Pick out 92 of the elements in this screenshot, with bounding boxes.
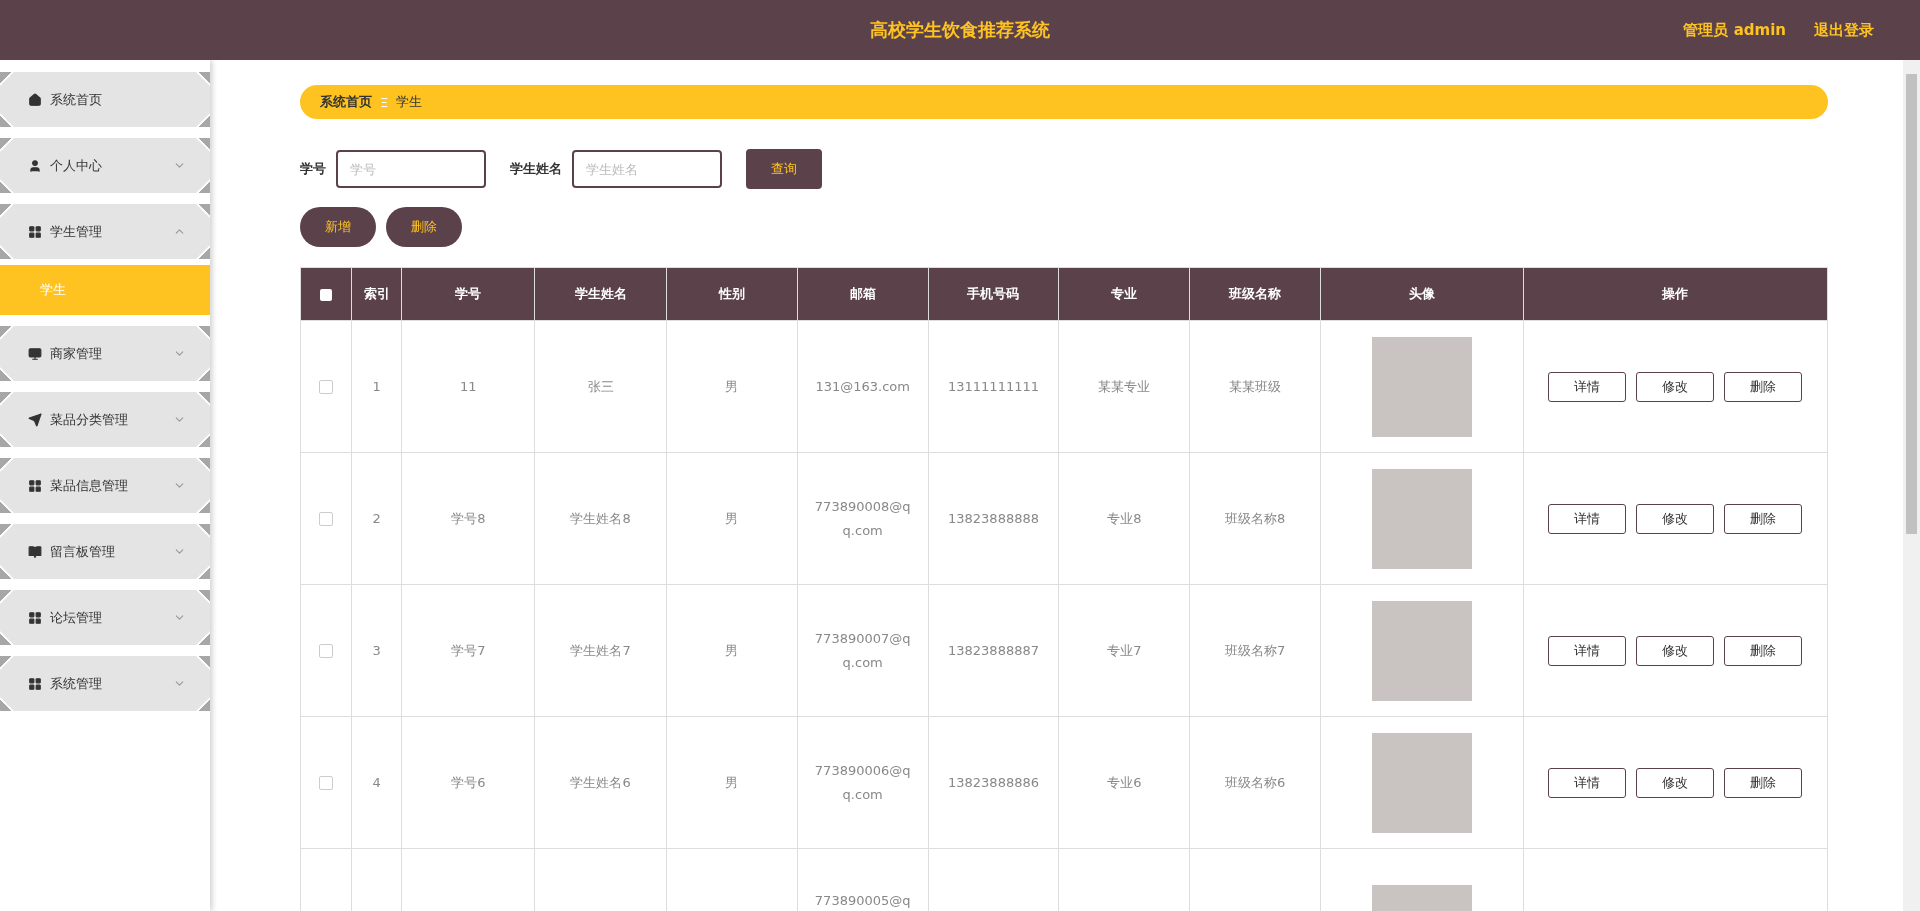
delete-button[interactable]: 删除 <box>1724 371 1803 402</box>
index-cell: 2 <box>351 452 402 585</box>
class-name-cell: 某某班级 <box>1189 320 1321 453</box>
column-header: 学号 <box>401 267 535 321</box>
email-cell: 773890008@qq.com <box>797 452 929 585</box>
edit-button[interactable]: 修改 <box>1636 503 1715 534</box>
breadcrumb-link[interactable]: 系统首页 <box>320 93 372 111</box>
sidebar-menu-item[interactable]: 菜品信息管理 <box>0 458 210 513</box>
sidebar-menu-item[interactable]: 论坛管理 <box>0 590 210 645</box>
breadcrumb-separator: Ξ <box>380 94 389 110</box>
sidebar-menu-item[interactable]: 菜品分类管理 <box>0 392 210 447</box>
delete-button[interactable]: 删除 <box>1724 635 1803 666</box>
logout-link[interactable]: 退出登录 <box>1814 20 1874 40</box>
grid-icon <box>28 224 42 239</box>
gender-cell: 男 <box>666 320 798 453</box>
phone-cell: 13111111111 <box>928 320 1059 453</box>
user-icon <box>28 158 42 173</box>
details-button[interactable]: 详情 <box>1548 767 1627 798</box>
column-header: 手机号码 <box>928 267 1059 321</box>
sidebar-menu-item[interactable]: 系统管理 <box>0 656 210 711</box>
field-label: 学生姓名 <box>510 160 562 178</box>
add-button[interactable]: 新增 <box>300 207 376 247</box>
admin-user-label: 管理员 admin <box>1683 20 1786 40</box>
phone-cell: 13823888887 <box>928 584 1059 717</box>
breadcrumb-current: 学生 <box>396 93 423 111</box>
student-id-cell: 学号8 <box>401 452 535 585</box>
monitor-icon <box>28 346 42 361</box>
column-header: 操作 <box>1523 267 1828 321</box>
class-name-cell: 班级名称6 <box>1189 716 1321 849</box>
grid-icon <box>28 610 42 625</box>
class-name-cell: 班级名称7 <box>1189 584 1321 717</box>
phone-cell: 13823888886 <box>928 716 1059 849</box>
student-name-cell: 张三 <box>534 320 667 453</box>
student-name-cell: 学生姓名8 <box>534 452 667 585</box>
email-cell: 131@163.com <box>797 320 929 453</box>
search-field[interactable]: 学生姓名 <box>572 150 722 188</box>
student-id-cell: 学号6 <box>401 716 535 849</box>
email-cell: 773890007@qq.com <box>797 584 929 717</box>
column-header: 性别 <box>666 267 798 321</box>
delete-button[interactable]: 删除 <box>386 207 462 247</box>
gender-cell: 男 <box>666 452 798 585</box>
row-checkbox[interactable] <box>318 644 333 658</box>
delete-button[interactable]: 删除 <box>1724 767 1803 798</box>
student-id-cell: 学号7 <box>401 584 535 717</box>
major-cell: 某某专业 <box>1058 320 1190 453</box>
class-name-cell: 班级名称8 <box>1189 452 1321 585</box>
sidebar-menu-item[interactable]: 商家管理 <box>0 326 210 381</box>
details-button[interactable]: 详情 <box>1548 635 1627 666</box>
field-label: 学号 <box>300 160 326 178</box>
row-checkbox[interactable] <box>318 776 333 790</box>
query-button[interactable]: 查询 <box>746 149 822 189</box>
index-cell: 1 <box>351 320 402 453</box>
scrollbar-thumb[interactable] <box>1906 74 1917 534</box>
home-icon <box>28 92 42 107</box>
app-title: 高校学生饮食推荐系统 <box>870 18 1050 42</box>
search-field[interactable]: 学号 <box>336 150 486 188</box>
row-checkbox[interactable] <box>318 380 333 394</box>
details-button[interactable]: 详情 <box>1548 503 1627 534</box>
edit-button[interactable]: 修改 <box>1636 635 1715 666</box>
scrollbar[interactable] <box>1903 60 1920 911</box>
student-id-cell: 11 <box>401 320 535 453</box>
edit-button[interactable]: 修改 <box>1636 371 1715 402</box>
column-header: 索引 <box>351 267 402 321</box>
student-name-cell: 学生姓名6 <box>534 716 667 849</box>
major-cell: 专业6 <box>1058 716 1190 849</box>
grid-icon <box>28 676 42 691</box>
column-header: 专业 <box>1058 267 1190 321</box>
select-all-checkbox[interactable] <box>319 289 332 301</box>
paper-plane-icon <box>28 412 42 427</box>
sidebar-menu-item[interactable]: 留言板管理 <box>0 524 210 579</box>
edit-button[interactable]: 修改 <box>1636 767 1715 798</box>
row-checkbox[interactable] <box>318 512 333 526</box>
major-cell: 专业8 <box>1058 452 1190 585</box>
details-button[interactable]: 详情 <box>1548 371 1627 402</box>
phone-cell: 13823888888 <box>928 452 1059 585</box>
grid-icon <box>28 478 42 493</box>
index-cell: 3 <box>351 584 402 717</box>
student-name-cell: 学生姓名7 <box>534 584 667 717</box>
index-cell: 4 <box>351 716 402 849</box>
column-header: 邮箱 <box>797 267 929 321</box>
major-cell: 专业7 <box>1058 584 1190 717</box>
delete-button[interactable]: 删除 <box>1724 503 1803 534</box>
email-cell: 773890006@qq.com <box>797 716 929 849</box>
sidebar-menu-item[interactable]: 系统首页 <box>0 72 210 127</box>
column-header: 学生姓名 <box>534 267 667 321</box>
sidebar-menu-item[interactable]: 学生管理 <box>0 204 210 259</box>
sidebar-menu-item[interactable]: 个人中心 <box>0 138 210 193</box>
column-header: 班级名称 <box>1189 267 1321 321</box>
gender-cell: 男 <box>666 584 798 717</box>
gender-cell: 男 <box>666 716 798 849</box>
book-icon <box>28 544 42 559</box>
column-header: 头像 <box>1320 267 1524 321</box>
